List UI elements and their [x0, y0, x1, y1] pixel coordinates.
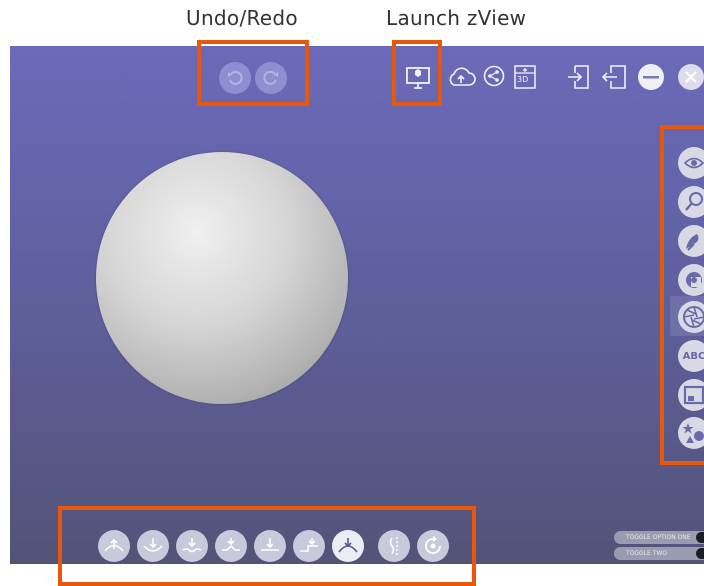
minimize-icon[interactable]: [638, 64, 664, 90]
launch-zview-caption: Launch zView: [386, 6, 527, 30]
bottom-toolbar-highlight: [58, 506, 476, 586]
undo-redo-caption: Undo/Redo: [186, 6, 298, 30]
toggle-knob: [696, 532, 704, 543]
toggle-option-one[interactable]: TOGGLE OPTION ONE: [614, 531, 704, 544]
share-icon[interactable]: [483, 65, 505, 87]
undo-redo-highlight: [197, 40, 309, 106]
cloud-upload-icon[interactable]: [446, 64, 476, 90]
3d-view-icon[interactable]: 3D: [513, 64, 537, 90]
export-icon[interactable]: [600, 64, 628, 90]
3d-badge: 3D: [517, 75, 529, 84]
launch-zview-highlight: [392, 40, 442, 106]
right-toolbar-highlight: [660, 125, 704, 465]
toggle-option-two[interactable]: TOGGLE TWO: [614, 547, 704, 560]
sculpt-sphere[interactable]: [96, 152, 348, 404]
toggle-label: TOGGLE OPTION ONE: [626, 534, 691, 541]
3d-viewport[interactable]: [10, 46, 704, 564]
import-icon[interactable]: [566, 64, 590, 90]
toggle-knob: [696, 548, 704, 559]
close-icon[interactable]: [678, 64, 704, 90]
toggle-label: TOGGLE TWO: [626, 550, 668, 557]
